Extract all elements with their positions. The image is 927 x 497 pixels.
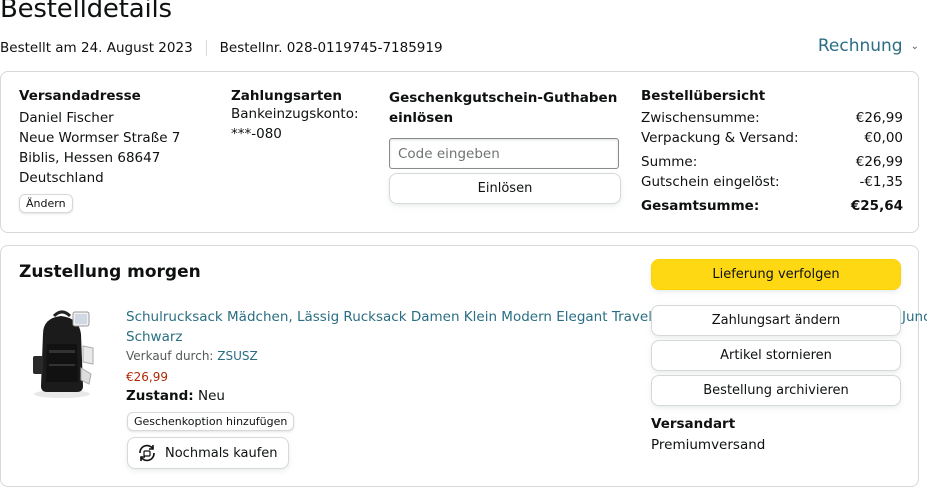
summary-value: €26,99 xyxy=(855,154,903,170)
gift-code-input[interactable] xyxy=(389,138,619,169)
product-title-line2: Schwarz xyxy=(126,329,183,345)
change-payment-button[interactable]: Zahlungsart ändern xyxy=(651,305,901,336)
summary-total-row: Gesamtsumme: €25,64 xyxy=(641,196,903,216)
seller-info: Verkauf durch: ZSUSZ xyxy=(126,349,258,363)
summary-row: Zwischensumme: €26,99 xyxy=(641,108,903,128)
chevron-down-icon: ⌄ xyxy=(910,40,919,52)
track-package-button[interactable]: Lieferung verfolgen xyxy=(651,259,901,290)
order-meta: Bestellt am 24. August 2023 Bestellnr. 0… xyxy=(0,40,443,56)
product-condition: Zustand: Neu xyxy=(126,388,225,404)
add-gift-option-button[interactable]: Geschenkoption hinzufügen xyxy=(127,412,295,431)
cancel-items-button[interactable]: Artikel stornieren xyxy=(651,340,901,371)
summary-label: Gutschein eingelöst: xyxy=(641,174,780,190)
address-city: Biblis, Hessen 68647 xyxy=(19,150,161,166)
order-info-card: Versandadresse Daniel Fischer Neue Worms… xyxy=(0,71,919,233)
condition-value: Neu xyxy=(197,388,225,404)
sold-by-label: Verkauf durch: xyxy=(126,349,214,363)
product-title-line1: Schulrucksack Mädchen, Lässig Rucksack D… xyxy=(126,309,690,325)
address-name: Daniel Fischer xyxy=(19,110,114,126)
summary-row: Verpackung & Versand: €0,00 xyxy=(641,128,903,148)
payment-methods: Zahlungsarten Bankeinzugskonto: ***-080 xyxy=(231,88,359,144)
meta-divider xyxy=(205,40,207,56)
summary-row: Gutschein eingelöst: -€1,35 xyxy=(641,172,903,192)
redeem-button[interactable]: Einlösen xyxy=(389,173,621,204)
payment-method: Bankeinzugskonto: xyxy=(231,106,359,122)
summary-value: -€1,35 xyxy=(859,174,903,190)
order-number: Bestellnr. 028-0119745-7185919 xyxy=(219,40,443,56)
shipment-card: Zustellung morgen Schulrucksack Mädchen,… xyxy=(0,245,927,487)
backpack-product-image[interactable] xyxy=(21,304,103,400)
archive-order-button[interactable]: Bestellung archivieren xyxy=(651,375,901,406)
summary-row: Summe: €26,99 xyxy=(641,152,903,172)
order-summary: Bestellübersicht Zwischensumme: €26,99 V… xyxy=(641,88,903,216)
seller-link[interactable]: ZSUSZ xyxy=(217,349,257,363)
delivery-status: Zustellung morgen xyxy=(19,262,201,282)
condition-label: Zustand: xyxy=(126,388,194,404)
order-date: Bestellt am 24. August 2023 xyxy=(0,40,193,56)
order-actions: Lieferung verfolgen Zahlungsart ändern A… xyxy=(651,259,901,453)
change-address-button[interactable]: Ändern xyxy=(19,194,73,213)
product-title-tail: Junc xyxy=(902,309,927,325)
payment-account: ***-080 xyxy=(231,126,282,142)
address-country: Deutschland xyxy=(19,170,104,186)
summary-label: Zwischensumme: xyxy=(641,110,760,126)
invoice-dropdown[interactable]: Rechnung ⌄ xyxy=(818,36,919,56)
total-label: Gesamtsumme: xyxy=(641,198,760,214)
summary-label: Verpackung & Versand: xyxy=(641,130,799,146)
order-summary-heading: Bestellübersicht xyxy=(641,88,766,104)
buy-again-label: Nochmals kaufen xyxy=(165,445,278,461)
gift-card-redeem: Geschenkgutschein-Guthaben einlösen Einl… xyxy=(389,88,621,204)
product-price: €26,99 xyxy=(126,370,168,384)
payment-heading: Zahlungsarten xyxy=(231,88,343,104)
total-value: €25,64 xyxy=(850,198,903,214)
address-street: Neue Wormser Straße 7 xyxy=(19,130,181,146)
gift-card-heading: Geschenkgutschein-Guthaben einlösen xyxy=(389,90,618,126)
summary-value: €26,99 xyxy=(855,110,903,126)
summary-label: Summe: xyxy=(641,154,698,170)
shipping-address: Versandadresse Daniel Fischer Neue Worms… xyxy=(19,88,180,213)
buy-again-icon xyxy=(139,444,155,462)
summary-value: €0,00 xyxy=(864,130,903,146)
invoice-label: Rechnung xyxy=(817,36,903,56)
page-title: Bestelldetails xyxy=(0,0,172,24)
shipping-address-heading: Versandadresse xyxy=(19,88,141,104)
shipping-method-value: Premiumversand xyxy=(651,437,766,453)
buy-again-button[interactable]: Nochmals kaufen xyxy=(127,437,289,469)
shipping-method-heading: Versandart xyxy=(651,416,736,432)
